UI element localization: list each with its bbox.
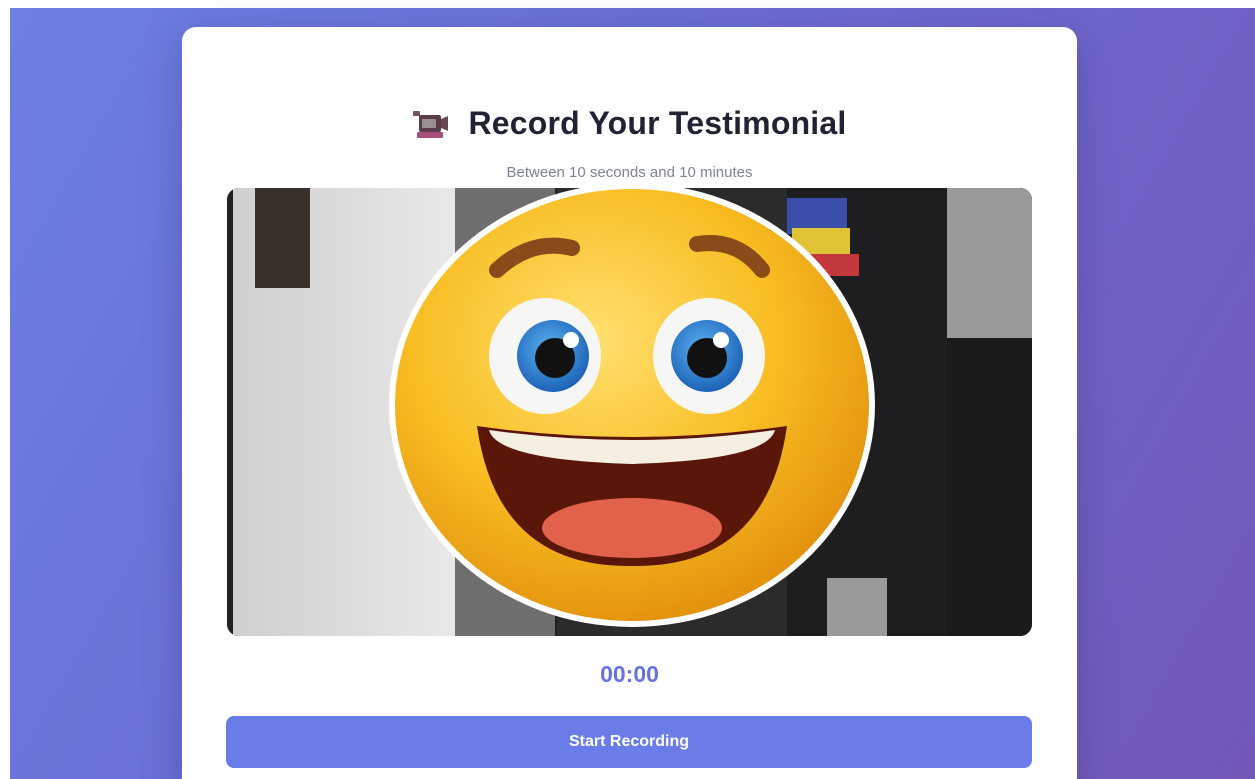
video-camera-icon [412, 108, 450, 140]
page-subtitle: Between 10 seconds and 10 minutes [506, 164, 753, 181]
camera-preview [227, 188, 1032, 636]
smiling-face-icon [389, 188, 875, 627]
title-row: Record Your Testimonial [182, 105, 1077, 142]
recorder-card: Record Your Testimonial Between 10 secon… [182, 27, 1077, 779]
page-title: Record Your Testimonial [468, 105, 847, 141]
recording-timer: 00:00 [600, 661, 659, 687]
start-recording-button[interactable]: Start Recording [226, 716, 1032, 768]
